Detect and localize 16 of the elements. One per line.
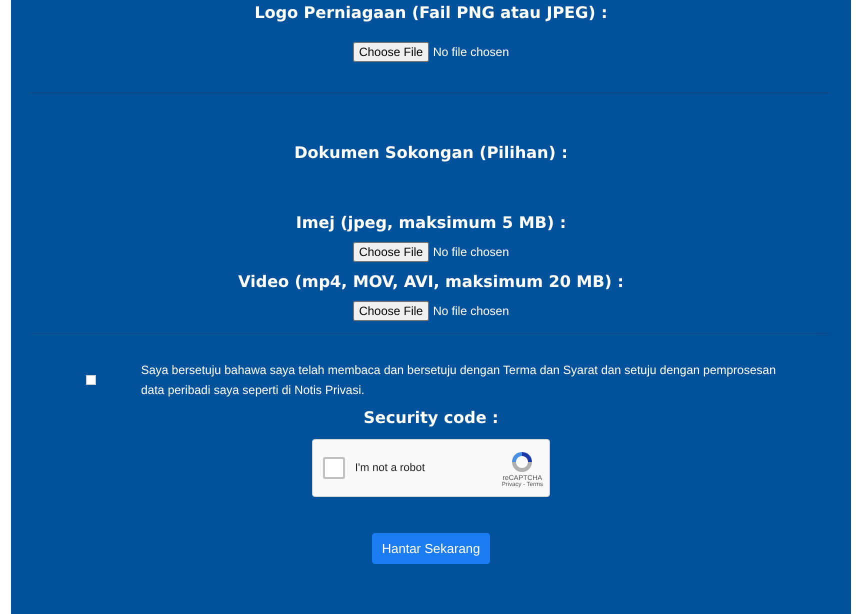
file-status: No file chosen <box>432 304 510 318</box>
file-status: No file chosen <box>432 45 510 59</box>
field-label: Security code : <box>363 408 499 428</box>
choose-file-button[interactable]: Choose File <box>352 242 429 262</box>
field-label: Logo Perniagaan (Fail PNG atau JPEG) : <box>254 3 608 23</box>
consent-text: Saya bersetuju bahawa saya telah membaca dan bersetuju dengan Terma dan Syarat dan setuju dengan pemprosesan data peribadi saya seperti di Notis Privasi. <box>141 362 777 399</box>
choose-file-button[interactable]: Choose File <box>352 301 429 321</box>
captcha-checkbox[interactable] <box>323 457 345 479</box>
file-status: No file chosen <box>432 245 510 259</box>
field-label: Video (mp4, MOV, AVI, maksimum 20 MB) : <box>238 272 624 292</box>
section-heading: Dokumen Sokongan (Pilihan) : <box>294 143 568 163</box>
field-label: Imej (jpeg, maksimum 5 MB) : <box>296 213 566 233</box>
captcha-label: I'm not a robot <box>355 462 425 474</box>
submit-button[interactable]: Hantar Sekarang <box>372 533 490 564</box>
consent-checkbox[interactable] <box>86 375 96 385</box>
choose-file-button[interactable]: Choose File <box>352 42 429 62</box>
